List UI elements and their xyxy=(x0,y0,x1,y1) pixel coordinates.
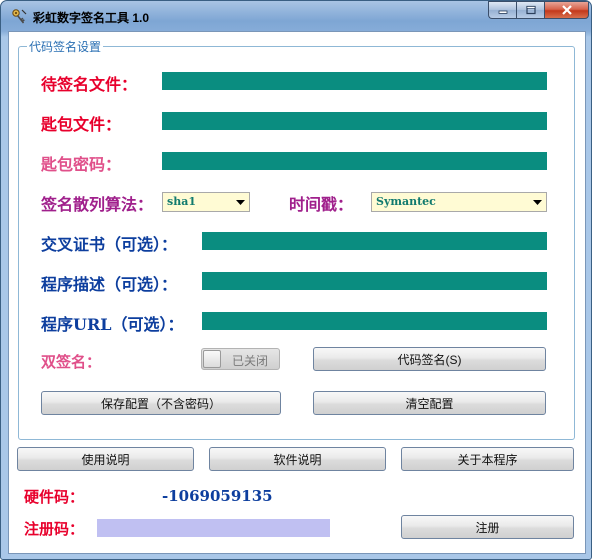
code-sign-button[interactable]: 代码签名(S) xyxy=(313,347,546,371)
code-sign-settings-group: 代码签名设置 待签名文件： 匙包文件： 匙包密码： 签名散列算法： sha1 时… xyxy=(18,38,575,440)
dual-sign-toggle-label: 已关闭 xyxy=(232,354,269,368)
close-button[interactable] xyxy=(544,1,589,19)
about-button[interactable]: 关于本程序 xyxy=(401,447,574,471)
program-description-label: 程序描述（可选）： xyxy=(41,275,178,294)
usage-button[interactable]: 使用说明 xyxy=(17,447,194,471)
cert-password-input[interactable] xyxy=(162,152,547,170)
app-window: 彩虹数字签名工具 1.0 代码签名设置 待签名文件： 匙包文件： 匙包密码： 签… xyxy=(0,0,592,560)
dual-sign-toggle[interactable]: 已关闭 xyxy=(201,348,280,370)
toggle-knob[interactable] xyxy=(203,350,221,368)
program-url-label: 程序URL（可选）： xyxy=(41,315,184,334)
save-config-button[interactable]: 保存配置（不含密码） xyxy=(41,391,281,415)
chevron-down-icon[interactable] xyxy=(528,193,546,211)
hash-algorithm-select[interactable]: sha1 xyxy=(162,192,250,212)
program-description-input[interactable] xyxy=(202,272,547,290)
close-icon xyxy=(561,5,572,15)
register-code-label: 注册码： xyxy=(24,520,85,538)
maximize-button[interactable] xyxy=(516,1,544,19)
file-label: 待签名文件： xyxy=(41,75,138,94)
cert-file-label: 匙包文件： xyxy=(41,115,122,134)
dual-sign-label: 双签名： xyxy=(41,353,102,371)
file-input[interactable] xyxy=(162,72,547,90)
client-area: 代码签名设置 待签名文件： 匙包文件： 匙包密码： 签名散列算法： sha1 时… xyxy=(8,31,586,554)
register-button[interactable]: 注册 xyxy=(401,515,574,539)
hash-algorithm-value: sha1 xyxy=(167,195,196,208)
cert-file-input[interactable] xyxy=(162,112,547,130)
app-key-icon xyxy=(12,9,27,24)
register-code-input[interactable] xyxy=(97,519,330,537)
timestamp-label: 时间戳： xyxy=(289,195,354,214)
timestamp-value: Symantec xyxy=(376,195,436,208)
hardware-code-value: -1069059135 xyxy=(162,487,273,505)
minimize-icon xyxy=(498,10,507,14)
group-title: 代码签名设置 xyxy=(27,38,104,55)
chevron-down-icon[interactable] xyxy=(231,193,249,211)
maximize-icon xyxy=(525,5,536,15)
cross-cert-label: 交叉证书（可选）： xyxy=(41,235,178,254)
cert-password-label: 匙包密码： xyxy=(41,155,122,174)
title-bar[interactable]: 彩虹数字签名工具 1.0 xyxy=(1,1,591,35)
hash-algorithm-label: 签名散列算法： xyxy=(41,195,154,214)
hardware-code-label: 硬件码： xyxy=(24,488,85,506)
window-controls xyxy=(488,1,589,20)
timestamp-select[interactable]: Symantec xyxy=(371,192,547,212)
software-info-button[interactable]: 软件说明 xyxy=(209,447,386,471)
minimize-button[interactable] xyxy=(488,1,516,19)
program-url-input[interactable] xyxy=(202,312,547,330)
cross-cert-input[interactable] xyxy=(202,232,547,250)
window-title: 彩虹数字签名工具 1.0 xyxy=(33,11,150,25)
clear-config-button[interactable]: 清空配置 xyxy=(313,391,546,415)
